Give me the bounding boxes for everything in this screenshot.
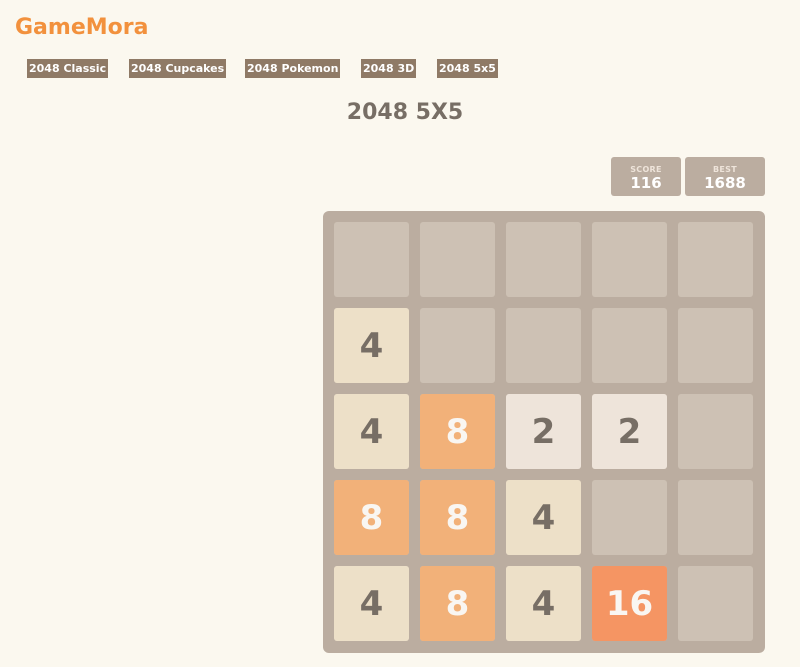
- grid-cell: [678, 222, 753, 297]
- tile-4: 4: [334, 394, 409, 469]
- grid-cell: [678, 308, 753, 383]
- grid-cell: [506, 308, 581, 383]
- game-board[interactable]: 4 4 8 2 2 8 8 4 4 8 4 16: [323, 211, 765, 653]
- nav-2048-3d[interactable]: 2048 3D: [361, 59, 417, 78]
- tile-16: 16: [592, 566, 667, 641]
- grid-cell: [506, 222, 581, 297]
- grid-cell: [678, 394, 753, 469]
- nav-2048-5x5[interactable]: 2048 5x5: [437, 59, 498, 78]
- score-value: 116: [630, 174, 662, 192]
- grid-cell: [592, 308, 667, 383]
- tile-4: 4: [334, 308, 409, 383]
- grid-cell: [334, 222, 409, 297]
- grid-cell: [678, 480, 753, 555]
- tile-8: 8: [420, 394, 495, 469]
- nav-2048-classic[interactable]: 2048 Classic: [27, 59, 109, 78]
- best-value: 1688: [704, 174, 746, 192]
- nav-2048-cupcakes[interactable]: 2048 Cupcakes: [129, 59, 227, 78]
- tile-8: 8: [334, 480, 409, 555]
- tile-4: 4: [334, 566, 409, 641]
- best-box: BEST 1688: [685, 157, 765, 196]
- grid-cell: [592, 480, 667, 555]
- tile-8: 8: [420, 480, 495, 555]
- site-logo[interactable]: GameMora: [15, 15, 148, 40]
- grid-cell: [420, 222, 495, 297]
- score-box: SCORE 116: [611, 157, 681, 196]
- tile-2: 2: [592, 394, 667, 469]
- grid-cell: [678, 566, 753, 641]
- tile-2: 2: [506, 394, 581, 469]
- grid-cell: [420, 308, 495, 383]
- tile-8: 8: [420, 566, 495, 641]
- tile-4: 4: [506, 566, 581, 641]
- nav-2048-pokemon[interactable]: 2048 Pokemon: [245, 59, 341, 78]
- grid-cell: [592, 222, 667, 297]
- game-nav: 2048 Classic 2048 Cupcakes 2048 Pokemon …: [0, 59, 800, 79]
- tile-4: 4: [506, 480, 581, 555]
- game-title: 2048 5X5: [346, 100, 464, 125]
